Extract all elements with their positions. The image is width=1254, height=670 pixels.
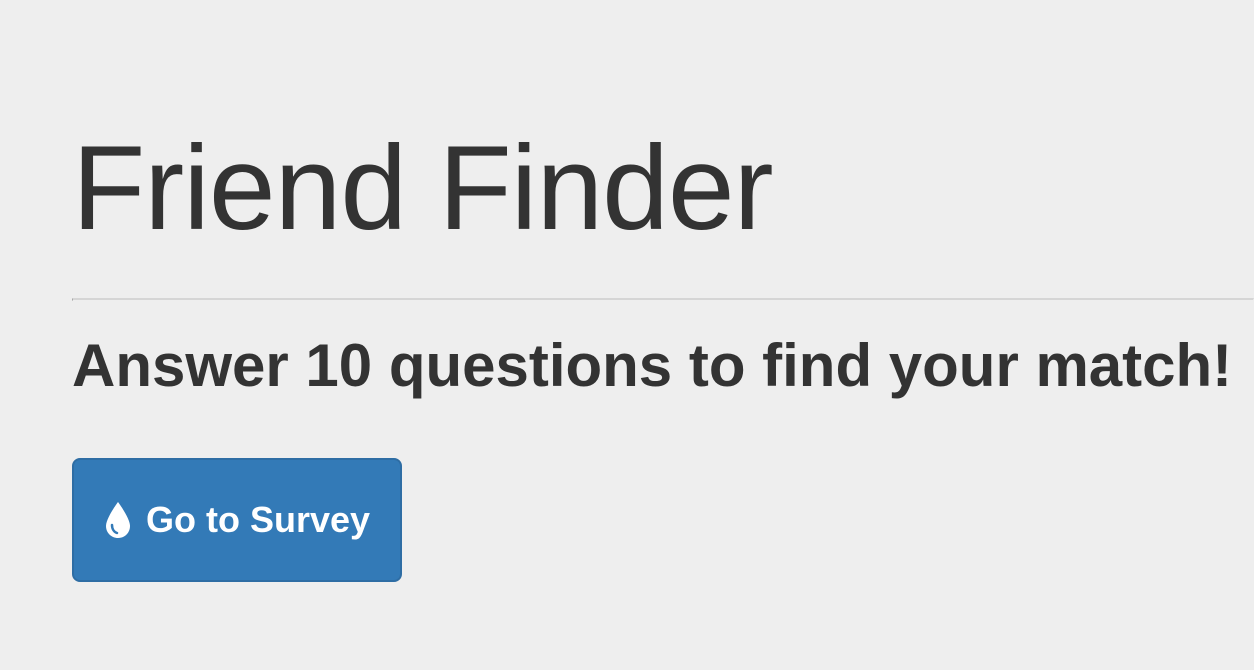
go-to-survey-button[interactable]: Go to Survey <box>72 458 402 582</box>
divider <box>72 298 1254 301</box>
go-to-survey-label: Go to Survey <box>145 499 371 540</box>
tint-icon <box>104 501 132 539</box>
tagline: Answer 10 questions to find your match! <box>72 332 1233 399</box>
jumbotron: Friend Finder Answer 10 questions to fin… <box>72 0 1254 670</box>
page-title: Friend Finder <box>72 121 774 255</box>
